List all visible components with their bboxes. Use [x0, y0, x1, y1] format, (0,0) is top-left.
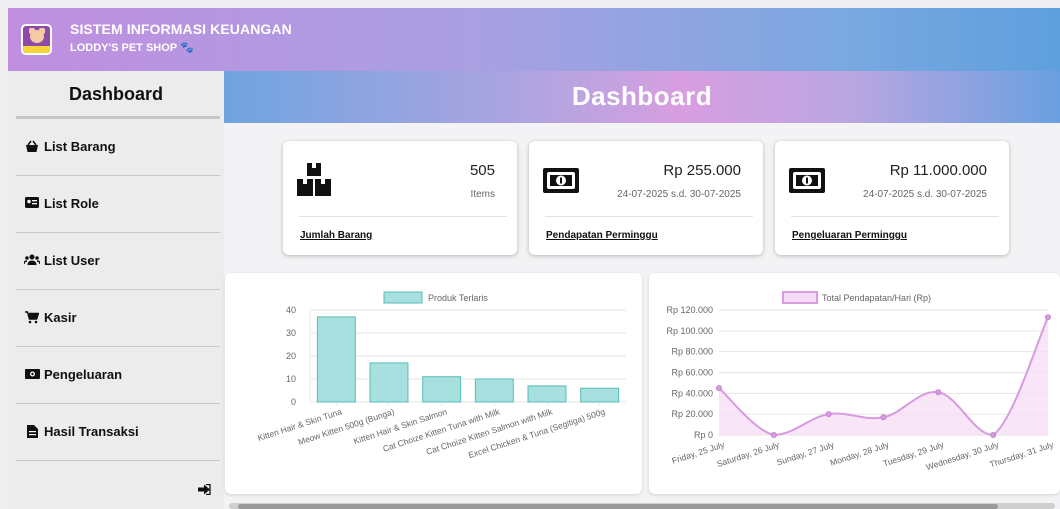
sidebar-item-label: Kasir	[44, 310, 77, 325]
y-tick-label: Rp 120.000	[666, 305, 713, 315]
stat-subtext: 24-07-2025 s.d. 30-07-2025	[863, 189, 987, 200]
bar-chart-panel: Produk Terlaris 0 10 20 30 40 Kitten Hair & Sk…	[225, 273, 642, 494]
y-tick-label: Rp 20.000	[671, 409, 713, 419]
y-tick-label: 0	[291, 397, 296, 407]
sidebar-item-label: Hasil Transaksi	[44, 424, 139, 439]
sidebar-item-label: List Barang	[44, 139, 116, 154]
bar	[474, 378, 514, 403]
stat-value: Rp 11.000.000	[889, 162, 987, 179]
data-point	[1044, 314, 1051, 321]
y-tick-label: 20	[286, 351, 296, 361]
y-tick-label: 40	[286, 305, 296, 315]
y-tick-label: Rp 0	[694, 430, 713, 440]
y-tick-label: Rp 40.000	[671, 388, 713, 398]
y-tick-label: 30	[286, 328, 296, 338]
sidebar: Dashboard List Barang List Role List Use…	[8, 71, 224, 509]
id-card-icon	[24, 197, 40, 211]
basket-icon	[24, 140, 40, 154]
y-tick-label: Rp 100.000	[666, 326, 713, 336]
data-point	[825, 411, 832, 418]
page-title: Dashboard	[571, 81, 713, 111]
app-header: SISTEM INFORMASI KEUANGAN LODDY'S PET SH…	[8, 8, 1060, 71]
sidebar-item-list-role[interactable]: List Role	[8, 176, 224, 233]
pendapatan-perminggu-link[interactable]: Pendapatan Perminggu	[546, 230, 658, 241]
stat-card-pendapatan: Rp 255.000 24-07-2025 s.d. 30-07-2025 Pe…	[529, 141, 763, 255]
stat-value: Rp 255.000	[663, 162, 741, 179]
x-tick-label: Monday, 28 July	[829, 439, 891, 468]
jumlah-barang-link[interactable]: Jumlah Barang	[300, 230, 372, 241]
sidebar-item-label: List Role	[44, 196, 99, 211]
sidebar-item-list-barang[interactable]: List Barang	[8, 119, 224, 176]
bar	[527, 385, 567, 403]
y-tick-label: 10	[286, 374, 296, 384]
y-tick-label: Rp 60.000	[671, 368, 713, 378]
money-bill-icon	[789, 168, 825, 198]
x-tick-label: Saturday, 26 July	[715, 439, 781, 469]
stat-value: 505	[469, 162, 495, 179]
stat-card-pengeluaran: Rp 11.000.000 24-07-2025 s.d. 30-07-2025…	[775, 141, 1009, 255]
cart-icon	[24, 311, 40, 325]
bar-chart: Produk Terlaris010203040Kitten Hair & Sk…	[256, 291, 626, 460]
bar	[422, 376, 462, 403]
sidebar-item-list-user[interactable]: List User	[8, 233, 224, 290]
pet-shop-logo	[21, 24, 52, 55]
stat-subtext: 24-07-2025 s.d. 30-07-2025	[617, 189, 741, 200]
scrollbar-thumb[interactable]	[238, 504, 998, 509]
boxes-icon	[297, 163, 331, 201]
page-header: Dashboard	[224, 71, 1060, 123]
file-icon	[24, 425, 40, 439]
data-point	[880, 414, 887, 421]
bar	[316, 316, 356, 403]
users-icon	[23, 254, 41, 268]
logout-icon[interactable]	[198, 483, 212, 496]
legend-label: Produk Terlaris	[428, 293, 488, 303]
data-point	[935, 389, 942, 396]
line-chart: Total Pendapatan/Hari (Rp) Rp 0 Rp 20.000 R…	[666, 291, 1055, 472]
line-chart-panel: Total Pendapatan/Hari (Rp) Rp 0 Rp 20.000 R…	[649, 273, 1060, 494]
x-tick-label: Thursday, 31 July	[988, 439, 1055, 469]
sidebar-title[interactable]: Dashboard	[8, 71, 224, 117]
sidebar-item-kasir[interactable]: Kasir	[8, 290, 224, 347]
app-subtitle: LODDY'S PET SHOP 🐾	[70, 42, 194, 54]
app-title: SISTEM INFORMASI KEUANGAN	[70, 21, 292, 37]
legend-swatch	[782, 291, 818, 304]
sidebar-item-hasil-transaksi[interactable]: Hasil Transaksi	[8, 404, 224, 461]
sidebar-item-label: Pengeluaran	[44, 367, 123, 382]
bar	[369, 362, 409, 403]
data-point	[716, 385, 723, 392]
stat-card-jumlah-barang: 505 Items Jumlah Barang	[283, 141, 517, 255]
stat-subtext: Items	[470, 189, 495, 200]
sidebar-item-pengeluaran[interactable]: Pengeluaran	[8, 347, 224, 404]
data-point	[770, 431, 777, 438]
legend-swatch	[383, 291, 423, 304]
sidebar-item-label: List User	[44, 253, 100, 268]
x-tick-label: Sunday, 27 July	[775, 439, 836, 467]
data-point	[990, 431, 997, 438]
pengeluaran-perminggu-link[interactable]: Pengeluaran Perminggu	[792, 230, 907, 241]
bar	[580, 387, 620, 403]
y-tick-label: Rp 80.000	[671, 347, 713, 357]
money-bill-icon	[24, 368, 40, 382]
legend-label: Total Pendapatan/Hari (Rp)	[822, 293, 931, 303]
money-bill-icon	[543, 168, 579, 198]
